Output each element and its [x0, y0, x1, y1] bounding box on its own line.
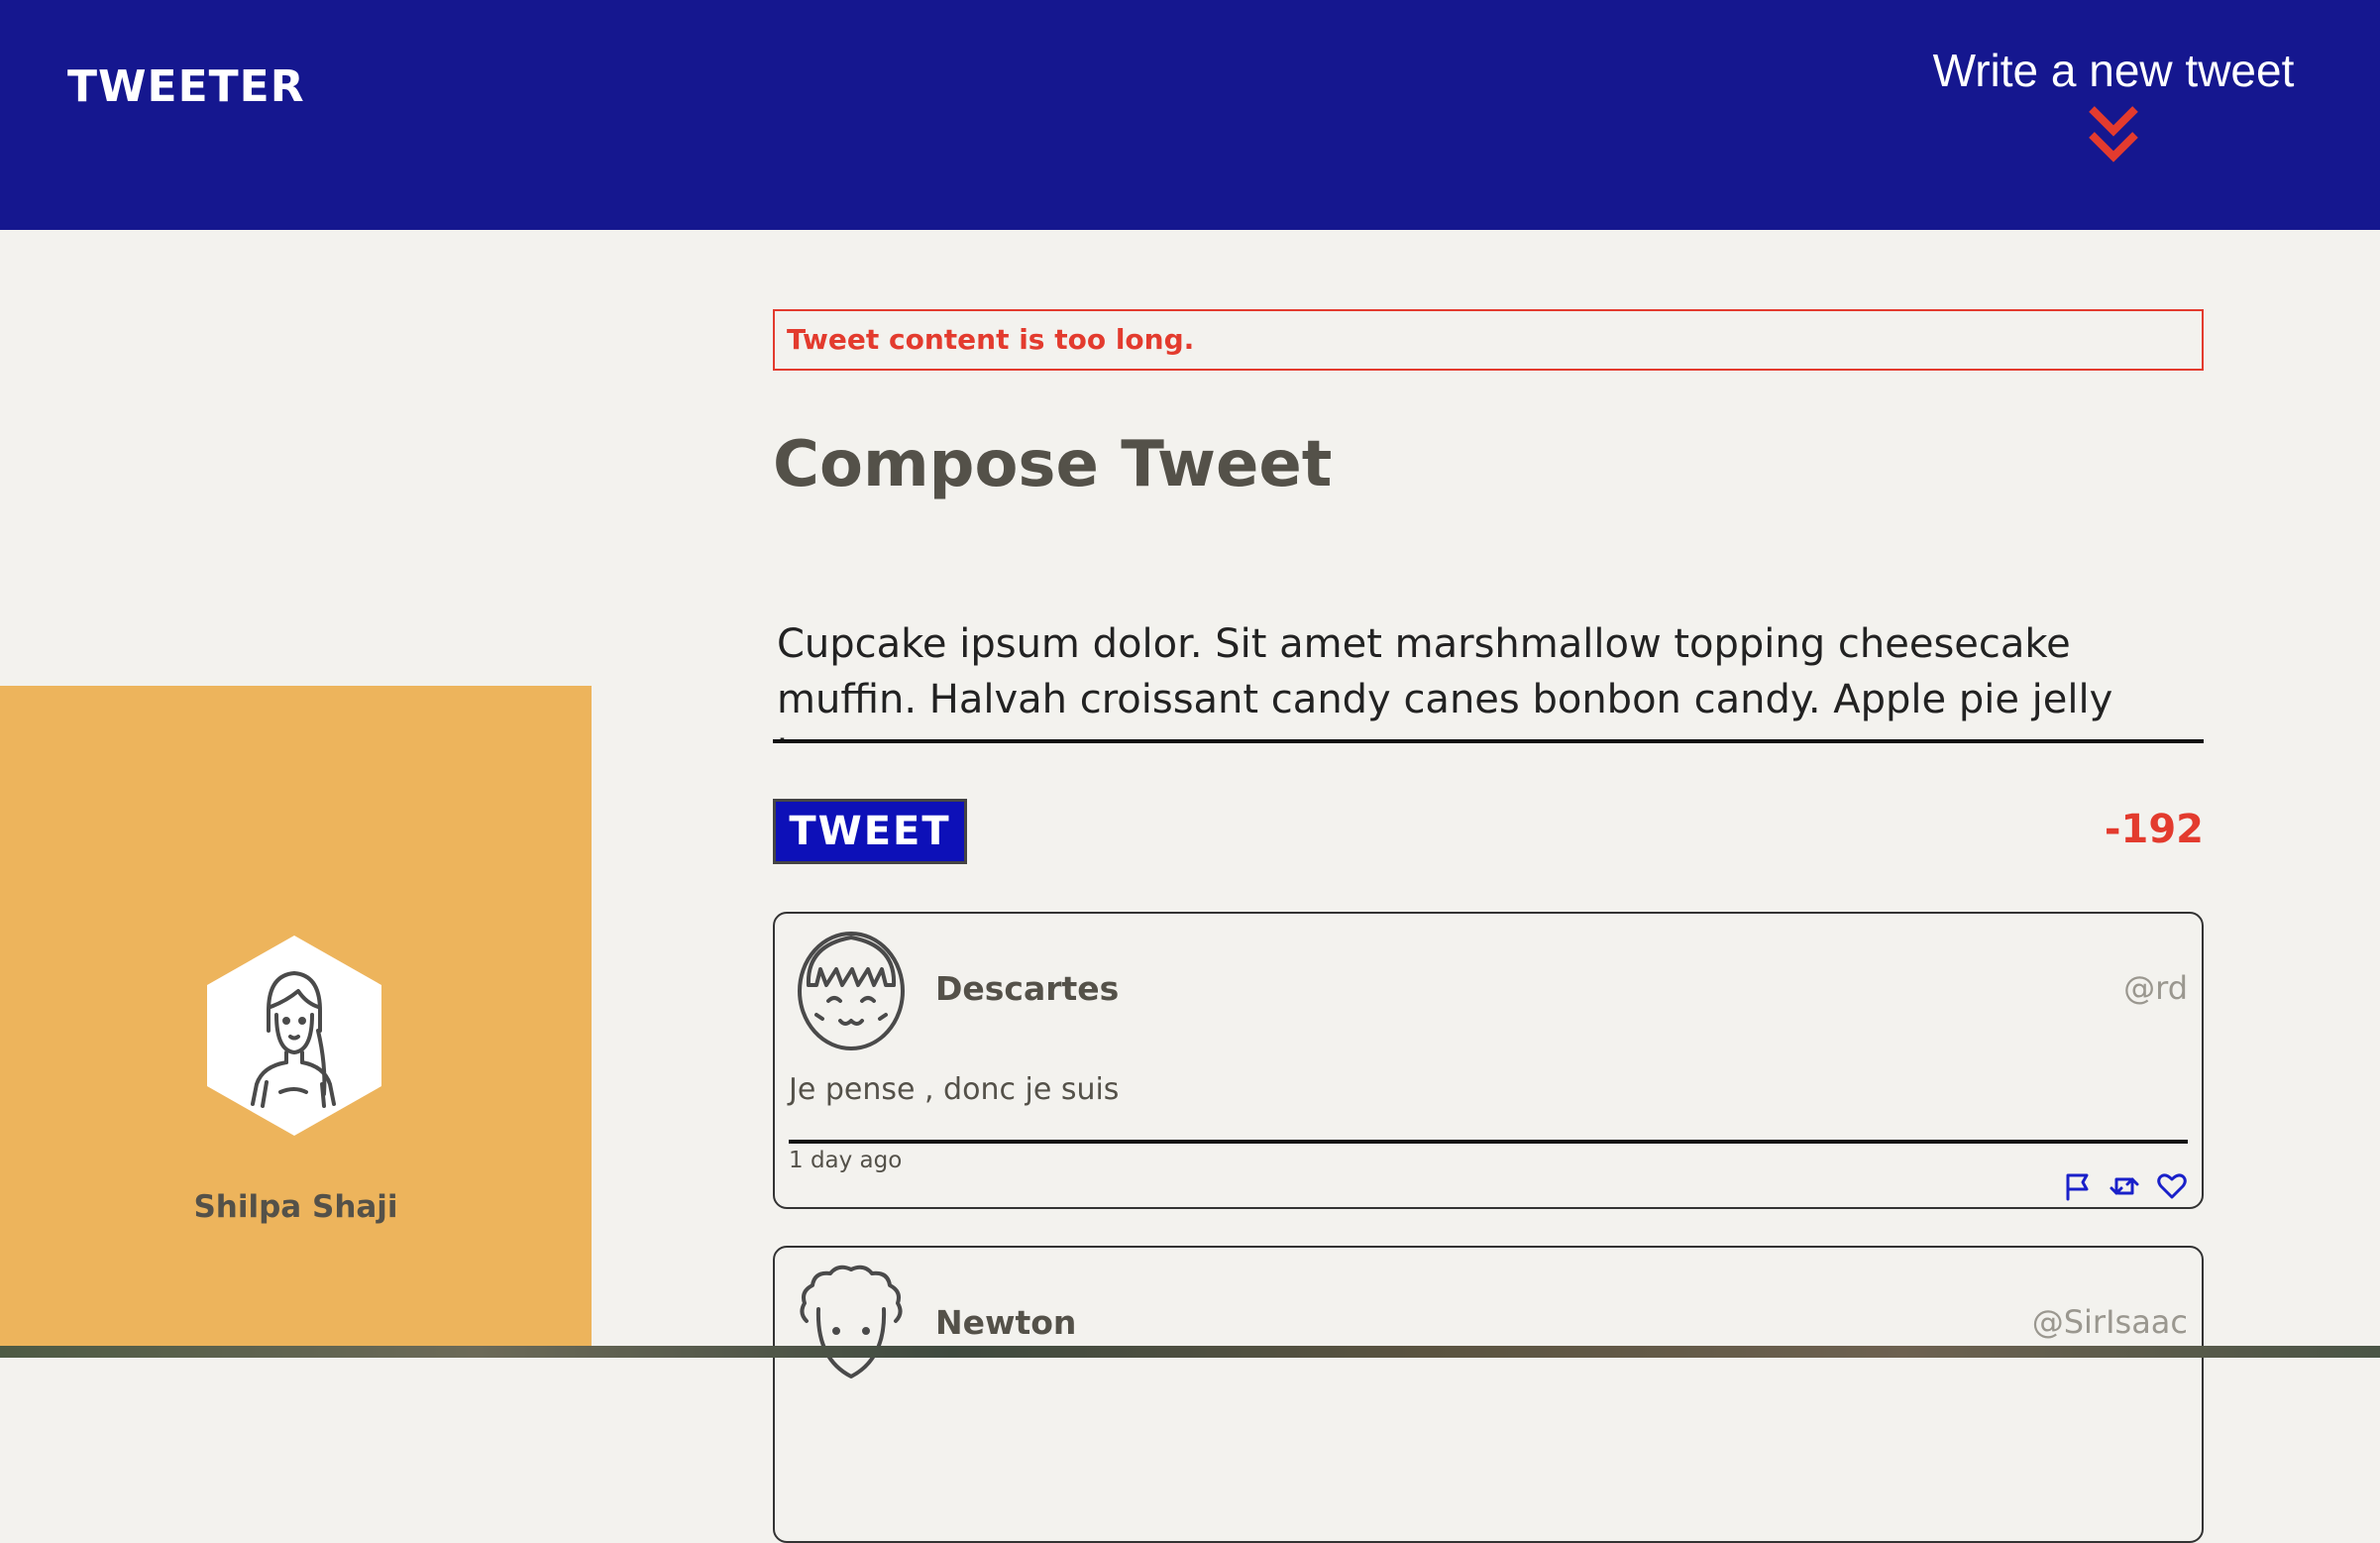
tweet-author-handle: @rd [2123, 969, 2188, 1007]
double-chevron-down-icon[interactable] [2086, 103, 2141, 165]
profile-panel: Shilpa Shaji [0, 686, 592, 1358]
tweet-submit-button[interactable]: TWEET [773, 799, 967, 864]
user-avatar-icon [207, 936, 381, 1136]
tweet-card: Descartes @rd Je pense , donc je suis 1 … [773, 912, 2204, 1209]
background-image-strip [0, 1346, 2380, 1358]
character-counter: -192 [2104, 807, 2204, 852]
retweet-icon[interactable] [2109, 1171, 2140, 1201]
brand-logo[interactable]: TWEETER [67, 61, 305, 112]
tweet-author-name: Newton [935, 1303, 1077, 1342]
tweet-author-name: Descartes [935, 969, 1120, 1008]
tweet-actions [2063, 1171, 2188, 1201]
tweet-input[interactable]: Cupcake ipsum dolor. Sit amet marshmallo… [773, 616, 2204, 743]
navbar: TWEETER Write a new tweet [0, 0, 2380, 230]
descartes-avatar-icon [798, 932, 905, 1050]
flag-icon[interactable] [2063, 1171, 2093, 1201]
newton-avatar-icon [800, 1265, 903, 1378]
tweet-timestamp: 1 day ago [789, 1148, 903, 1173]
write-new-tweet-label[interactable]: Write a new tweet [1915, 44, 2312, 97]
error-banner: Tweet content is too long. [773, 309, 2204, 371]
heart-icon[interactable] [2156, 1171, 2188, 1201]
tweet-card: Newton @SirIsaac [773, 1246, 2204, 1543]
tweet-author-handle: @SirIsaac [2031, 1303, 2188, 1341]
tweet-content: Je pense , donc je suis [789, 1072, 1120, 1107]
tweet-divider [789, 1140, 2188, 1144]
error-message: Tweet content is too long. [787, 323, 1195, 356]
profile-name: Shilpa Shaji [193, 1189, 398, 1225]
write-new-tweet-toggle[interactable]: Write a new tweet [1915, 44, 2312, 165]
page-title: Compose Tweet [773, 428, 1333, 501]
